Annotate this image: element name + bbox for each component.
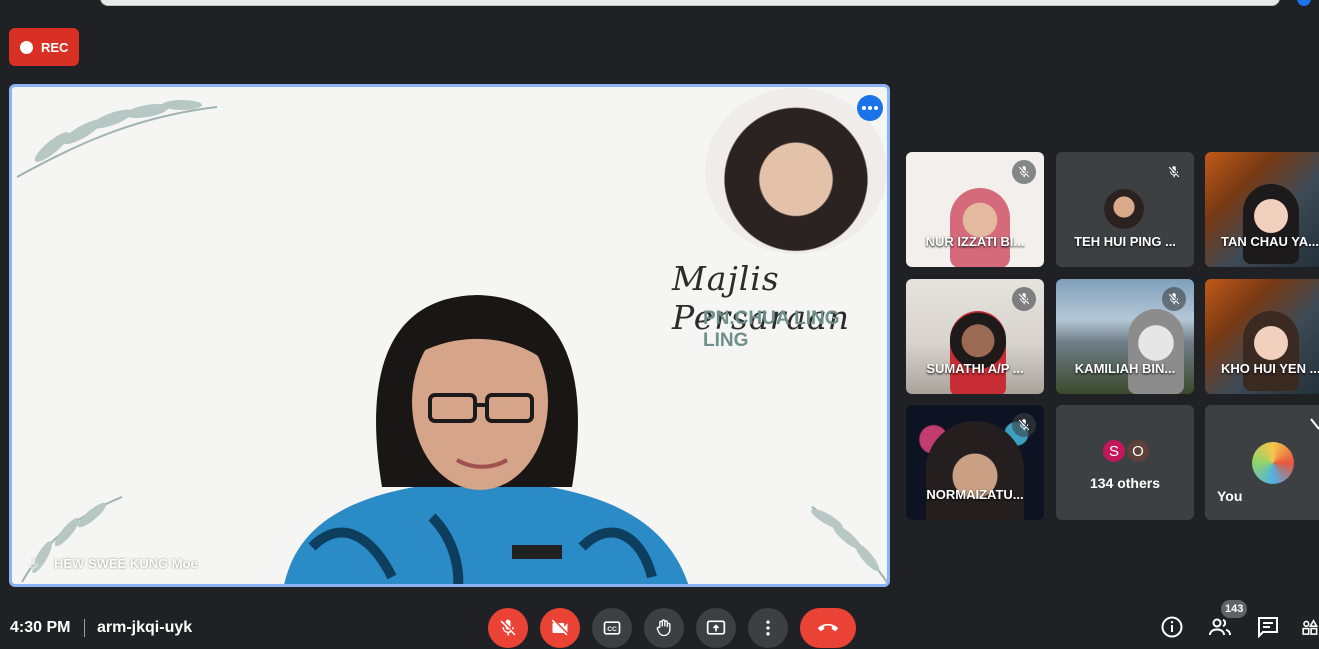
raise-hand-button[interactable]: [644, 608, 684, 648]
hand-icon: [656, 619, 671, 637]
participant-video: [1128, 309, 1184, 394]
others-count: 134 others: [1089, 475, 1161, 491]
record-dot-icon: [20, 40, 33, 54]
others-tile[interactable]: S O 134 others: [1056, 405, 1194, 520]
participant-tile[interactable]: KHO HUI YEN ...: [1205, 279, 1319, 394]
participant-video: [926, 421, 1024, 520]
participant-tile[interactable]: KAMILIAH BIN...: [1056, 279, 1194, 394]
chat-button[interactable]: [1255, 614, 1281, 640]
meeting-code: arm-jkqi-uyk: [97, 619, 193, 636]
participant-tile[interactable]: TAN CHAU YA...: [1205, 152, 1319, 267]
more-options-button[interactable]: [748, 608, 788, 648]
camera-off-icon: [551, 619, 568, 636]
captions-button[interactable]: CC: [592, 608, 632, 648]
mic-off-icon: [1162, 287, 1186, 311]
people-button[interactable]: [1207, 614, 1233, 640]
more-options-button[interactable]: [857, 95, 883, 121]
mic-off-icon: [1162, 160, 1186, 184]
avatar: [1252, 442, 1294, 484]
participant-name: KHO HUI YEN ...: [1221, 361, 1319, 376]
leave-call-button[interactable]: [800, 608, 856, 648]
browser-top-strip: [0, 0, 1319, 8]
recording-label: REC: [41, 39, 69, 55]
participant-name: SUMATHI A/P ...: [926, 361, 1024, 376]
address-bar[interactable]: [100, 0, 1280, 6]
participant-tile[interactable]: TEH HUI PING ...: [1056, 152, 1194, 267]
chat-icon: [1258, 617, 1278, 639]
participant-name: NORMAIZATU...: [926, 487, 1024, 502]
participant-video: [1243, 311, 1299, 391]
mic-off-icon: [1012, 160, 1036, 184]
microphone-toggle-button[interactable]: [488, 608, 528, 648]
leaf-decoration-icon: [16, 100, 218, 178]
activities-button[interactable]: [1300, 614, 1319, 640]
participant-tile[interactable]: SUMATHI A/P ...: [906, 279, 1044, 394]
leaf-decoration-icon: [811, 506, 887, 583]
hang-up-icon: [818, 623, 838, 632]
camera-toggle-button[interactable]: [540, 608, 580, 648]
people-icon: [1209, 618, 1231, 636]
closed-captions-icon: CC: [603, 621, 621, 635]
participant-tile[interactable]: NORMAIZATU...: [906, 405, 1044, 520]
main-video-tile[interactable]: Majlis Persaraan PN.CHUA LING LING HEW S…: [9, 84, 890, 587]
info-icon: [1161, 616, 1183, 638]
activities-icon: [1302, 619, 1318, 635]
svg-text:CC: CC: [607, 626, 617, 633]
divider: [84, 619, 85, 637]
participant-name: TEH HUI PING ...: [1074, 234, 1176, 249]
present-icon: [706, 620, 726, 635]
participant-name: KAMILIAH BIN...: [1074, 361, 1176, 376]
self-name: You: [1217, 488, 1243, 504]
mic-off-icon: [1012, 287, 1036, 311]
banner-subtitle: PN.CHUA LING LING: [703, 308, 840, 351]
presenter-video: [284, 295, 689, 584]
participant-video: [1243, 184, 1299, 264]
present-screen-button[interactable]: [696, 608, 736, 648]
avatar: S: [1101, 438, 1127, 464]
participant-name: NUR IZZATI BI...: [925, 234, 1025, 249]
participant-video: [950, 311, 1006, 394]
bottom-control-bar: 4:30 PM arm-jkqi-uyk CC 143: [0, 600, 1319, 649]
speaker-name: HEW SWEE KUNG Moe: [54, 556, 198, 571]
meeting-details-button[interactable]: [1159, 614, 1185, 640]
current-time: 4:30 PM: [10, 619, 71, 636]
more-vertical-icon: [766, 620, 770, 636]
mic-off-icon: [1012, 413, 1036, 437]
participant-tile[interactable]: NUR IZZATI BI...: [906, 152, 1044, 267]
mic-icon: [27, 556, 39, 571]
self-tile[interactable]: You: [1205, 405, 1319, 520]
profile-icon[interactable]: [1297, 0, 1311, 6]
avatar: O: [1125, 438, 1151, 464]
mic-off-icon: [500, 619, 516, 636]
avatar: [1104, 189, 1144, 229]
participant-video: [950, 188, 1010, 267]
mic-off-icon: [1310, 418, 1319, 430]
participant-name: TAN CHAU YA...: [1221, 234, 1319, 249]
recording-indicator: REC: [9, 28, 79, 66]
